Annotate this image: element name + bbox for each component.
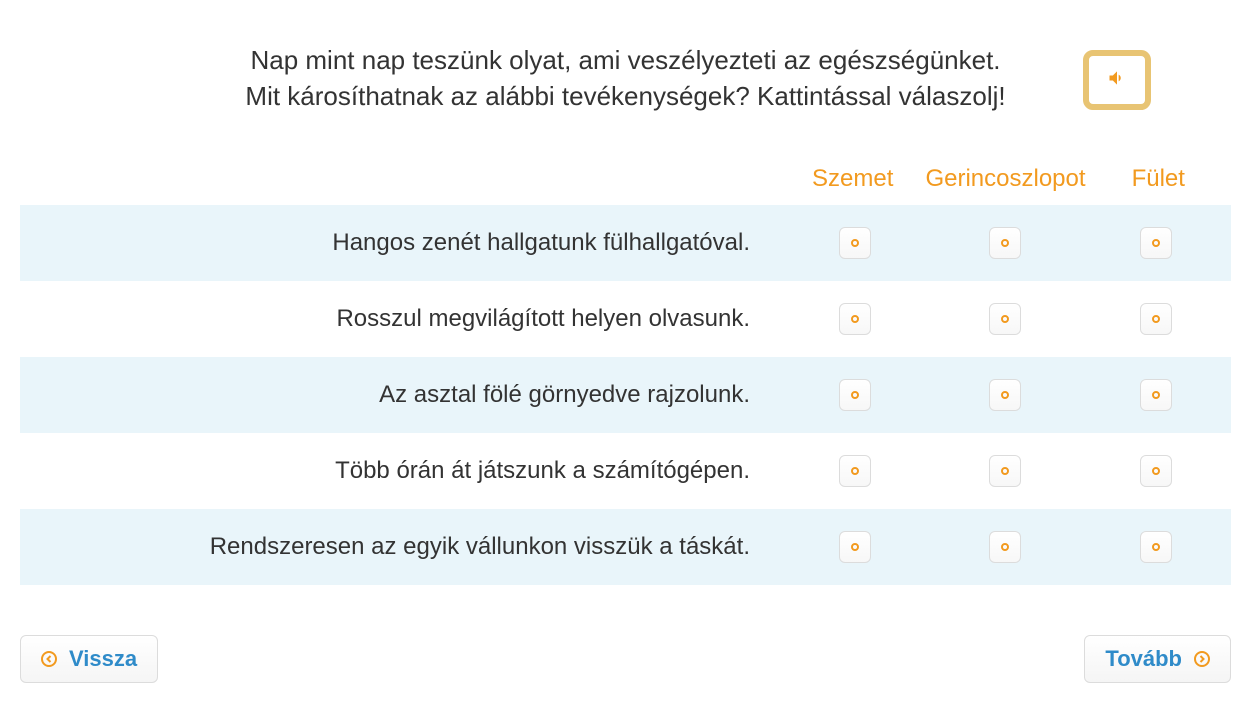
radio-option[interactable] <box>989 531 1021 563</box>
radio-option[interactable] <box>989 227 1021 259</box>
radio-option[interactable] <box>989 303 1021 335</box>
speaker-icon <box>1107 68 1127 93</box>
radio-option[interactable] <box>839 455 871 487</box>
table-row: Hangos zenét hallgatunk fülhallgatóval. <box>20 205 1231 281</box>
table-row: Rendszeresen az egyik vállunkon visszük … <box>20 509 1231 585</box>
circle-icon <box>851 467 859 475</box>
table-row: Rosszul megvilágított helyen olvasunk. <box>20 281 1231 357</box>
audio-play-button[interactable] <box>1083 50 1151 110</box>
radio-cell <box>1081 227 1231 259</box>
question-header: Nap mint nap teszünk olyat, ami veszélye… <box>0 0 1251 145</box>
radio-cell <box>1081 455 1231 487</box>
radio-option[interactable] <box>1140 227 1172 259</box>
radio-option[interactable] <box>839 303 871 335</box>
row-label-4: Több órán át játszunk a számítógépen. <box>20 457 780 485</box>
radio-option[interactable] <box>1140 531 1172 563</box>
circle-icon <box>851 543 859 551</box>
matrix-table: Szemet Gerincoszlopot Fület Hangos zenét… <box>0 145 1251 615</box>
radio-cell <box>930 303 1080 335</box>
radio-cell <box>930 379 1080 411</box>
circle-icon <box>851 239 859 247</box>
radio-cell <box>780 227 930 259</box>
radio-option[interactable] <box>839 531 871 563</box>
radio-cell <box>780 531 930 563</box>
radio-cell <box>780 379 930 411</box>
row-label-2: Rosszul megvilágított helyen olvasunk. <box>20 305 780 333</box>
radio-cell <box>1081 303 1231 335</box>
footer-nav: Vissza Tovább <box>0 615 1251 703</box>
circle-icon <box>1001 391 1009 399</box>
radio-option[interactable] <box>1140 303 1172 335</box>
question-text: Nap mint nap teszünk olyat, ami veszélye… <box>245 42 1005 115</box>
radio-option[interactable] <box>1140 455 1172 487</box>
table-row: Az asztal fölé görnyedve rajzolunk. <box>20 357 1231 433</box>
radio-cell <box>1081 379 1231 411</box>
circle-icon <box>1152 239 1160 247</box>
back-button[interactable]: Vissza <box>20 635 158 683</box>
radio-cell <box>1081 531 1231 563</box>
radio-cell <box>930 455 1080 487</box>
circle-icon <box>851 391 859 399</box>
row-label-1: Hangos zenét hallgatunk fülhallgatóval. <box>20 229 780 257</box>
circle-icon <box>1001 315 1009 323</box>
circle-icon <box>1152 543 1160 551</box>
row-label-3: Az asztal fölé görnyedve rajzolunk. <box>20 381 780 409</box>
main-container: Nap mint nap teszünk olyat, ami veszélye… <box>0 0 1251 703</box>
next-button[interactable]: Tovább <box>1084 635 1231 683</box>
radio-cell <box>930 227 1080 259</box>
column-header-3: Fület <box>1086 165 1231 193</box>
radio-option[interactable] <box>989 455 1021 487</box>
next-button-label: Tovább <box>1105 646 1182 672</box>
column-header-1: Szemet <box>780 165 925 193</box>
radio-option[interactable] <box>839 379 871 411</box>
row-label-5: Rendszeresen az egyik vállunkon visszük … <box>20 533 780 561</box>
column-header-2: Gerincoszlopot <box>925 165 1085 193</box>
radio-option[interactable] <box>989 379 1021 411</box>
question-line2: Mit károsíthatnak az alábbi tevékenysége… <box>245 81 1005 111</box>
arrow-left-icon <box>41 651 57 667</box>
table-row: Több órán át játszunk a számítógépen. <box>20 433 1231 509</box>
radio-cell <box>930 531 1080 563</box>
arrow-right-icon <box>1194 651 1210 667</box>
question-line1: Nap mint nap teszünk olyat, ami veszélye… <box>250 45 1000 75</box>
column-headers: Szemet Gerincoszlopot Fület <box>20 145 1231 205</box>
circle-icon <box>1001 543 1009 551</box>
radio-option[interactable] <box>1140 379 1172 411</box>
circle-icon <box>1001 239 1009 247</box>
circle-icon <box>1152 391 1160 399</box>
back-button-label: Vissza <box>69 646 137 672</box>
circle-icon <box>1152 467 1160 475</box>
circle-icon <box>1152 315 1160 323</box>
radio-cell <box>780 455 930 487</box>
circle-icon <box>1001 467 1009 475</box>
radio-option[interactable] <box>839 227 871 259</box>
circle-icon <box>851 315 859 323</box>
radio-cell <box>780 303 930 335</box>
